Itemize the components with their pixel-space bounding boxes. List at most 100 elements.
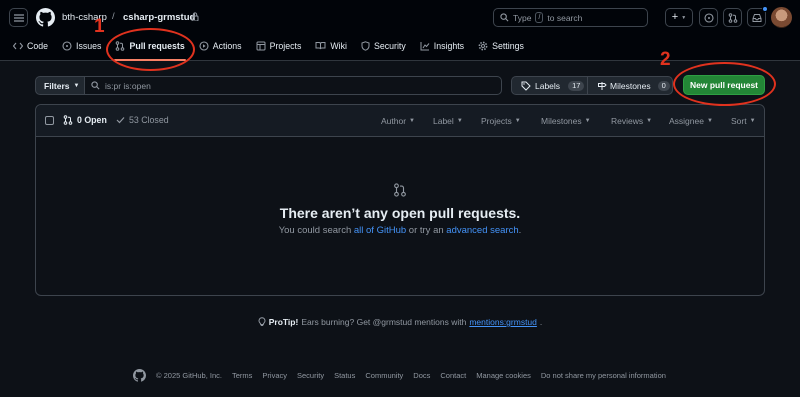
protip-text: Ears burning? Get @grmstud mentions with bbox=[301, 317, 467, 327]
footer-link-security[interactable]: Security bbox=[297, 371, 324, 380]
hamburger-icon bbox=[13, 13, 24, 22]
assignee-filter[interactable]: Assignee ▼ bbox=[669, 116, 713, 126]
mentions-link[interactable]: mentions:grmstud bbox=[469, 317, 537, 327]
chevron-down-icon: ▼ bbox=[456, 118, 463, 124]
pr-search-input[interactable]: is:pr is:open bbox=[84, 76, 502, 95]
empty-state-text: You could search all of GitHub or try an… bbox=[279, 225, 522, 236]
sort-filter[interactable]: Sort ▼ bbox=[731, 116, 756, 126]
check-icon bbox=[116, 117, 125, 124]
label-filter[interactable]: Label ▼ bbox=[433, 116, 463, 126]
tab-projects-label: Projects bbox=[269, 40, 302, 51]
tab-actions[interactable]: Actions bbox=[192, 37, 249, 54]
milestones-filter-label: Milestones bbox=[541, 116, 582, 126]
closed-filter[interactable]: 53 Closed bbox=[116, 115, 169, 125]
projects-filter-label: Projects bbox=[481, 116, 512, 126]
protip: ProTip! Ears burning? Get @grmstud menti… bbox=[0, 317, 800, 327]
issues-button[interactable] bbox=[699, 8, 718, 27]
lock-icon bbox=[191, 12, 199, 21]
pr-search-value: is:pr is:open bbox=[105, 80, 151, 91]
menu-button[interactable] bbox=[9, 8, 28, 27]
sort-filter-label: Sort bbox=[731, 116, 747, 126]
search-icon bbox=[500, 13, 509, 22]
footer-link-contact[interactable]: Contact bbox=[440, 371, 466, 380]
tab-code-label: Code bbox=[27, 40, 49, 51]
chevron-down-icon: ▼ bbox=[706, 118, 713, 124]
notification-dot bbox=[762, 6, 768, 12]
inbox-icon bbox=[752, 13, 761, 22]
issue-opened-icon bbox=[62, 40, 72, 51]
tab-issues[interactable]: Issues bbox=[55, 37, 108, 54]
empty-state: There aren’t any open pull requests. You… bbox=[36, 183, 764, 236]
issue-opened-icon bbox=[703, 12, 714, 23]
footer-link-do-not-share[interactable]: Do not share my personal information bbox=[541, 371, 666, 380]
reviews-filter-label: Reviews bbox=[611, 116, 644, 126]
annotation-number-1: 1 bbox=[94, 16, 105, 37]
tab-code[interactable]: Code bbox=[6, 37, 55, 54]
empty-text-post: . bbox=[518, 225, 522, 236]
labels-button[interactable]: Labels 17 bbox=[511, 76, 588, 95]
annotation-ring-new-pr bbox=[673, 62, 776, 106]
footer-link-privacy[interactable]: Privacy bbox=[262, 371, 287, 380]
milestone-icon bbox=[598, 81, 607, 90]
empty-state-title: There aren’t any open pull requests. bbox=[279, 205, 521, 221]
select-all-checkbox[interactable] bbox=[45, 116, 54, 125]
repo-nav: Code Issues Pull requests Actions Projec… bbox=[6, 37, 531, 61]
tab-issues-label: Issues bbox=[76, 40, 102, 51]
create-new-button[interactable]: + ▼ bbox=[665, 8, 693, 27]
annotation-number-2: 2 bbox=[660, 49, 671, 70]
footer-link-community[interactable]: Community bbox=[365, 371, 403, 380]
open-filter[interactable]: 0 Open bbox=[63, 115, 107, 125]
tab-security-label: Security bbox=[373, 40, 406, 51]
tab-settings-label: Settings bbox=[492, 40, 524, 51]
author-filter[interactable]: Author ▼ bbox=[381, 116, 415, 126]
table-icon bbox=[256, 41, 266, 50]
tab-security[interactable]: Security bbox=[354, 37, 413, 54]
gear-icon bbox=[478, 41, 488, 50]
light-bulb-icon bbox=[258, 317, 266, 326]
search-input[interactable]: Type / to search bbox=[493, 8, 648, 27]
advanced-search-link[interactable]: advanced search bbox=[446, 225, 518, 236]
open-count: 0 Open bbox=[77, 115, 107, 125]
search-icon bbox=[91, 81, 100, 90]
reviews-filter[interactable]: Reviews ▼ bbox=[611, 116, 652, 126]
footer-link-status[interactable]: Status bbox=[334, 371, 355, 380]
pull-requests-button[interactable] bbox=[723, 8, 742, 27]
footer-link-manage-cookies[interactable]: Manage cookies bbox=[476, 371, 531, 380]
avatar[interactable] bbox=[771, 7, 792, 28]
filters-dropdown[interactable]: Filters ▼ bbox=[35, 76, 85, 95]
protip-label: ProTip! bbox=[268, 317, 299, 327]
labels-label: Labels bbox=[535, 80, 561, 91]
tab-projects[interactable]: Projects bbox=[249, 37, 309, 54]
milestones-button[interactable]: Milestones 0 bbox=[587, 76, 673, 95]
protip-end: . bbox=[539, 317, 543, 327]
projects-filter[interactable]: Projects ▼ bbox=[481, 116, 521, 126]
github-mark-icon[interactable] bbox=[133, 369, 146, 382]
chevron-down-icon: ▼ bbox=[409, 118, 415, 124]
pull-request-icon bbox=[394, 183, 406, 197]
list-header: 0 Open 53 Closed Author ▼ Label ▼ Projects… bbox=[36, 105, 764, 137]
graph-icon bbox=[420, 41, 430, 50]
tab-settings[interactable]: Settings bbox=[471, 37, 531, 54]
github-mark-icon bbox=[36, 8, 55, 27]
footer-link-docs[interactable]: Docs bbox=[413, 371, 430, 380]
tab-wiki-label: Wiki bbox=[330, 40, 347, 51]
labels-count: 17 bbox=[568, 80, 585, 91]
shield-icon bbox=[361, 40, 370, 51]
play-icon bbox=[199, 40, 209, 51]
breadcrumb-repo[interactable]: csharp-grmstud bbox=[123, 12, 195, 23]
pull-request-icon bbox=[728, 12, 737, 23]
plus-icon: + bbox=[671, 11, 679, 23]
breadcrumb-separator: / bbox=[112, 11, 115, 22]
code-icon bbox=[13, 42, 23, 49]
github-logo[interactable] bbox=[36, 8, 55, 27]
tab-insights[interactable]: Insights bbox=[413, 37, 471, 54]
tag-icon bbox=[521, 81, 531, 91]
pull-request-list: 0 Open 53 Closed Author ▼ Label ▼ Projects… bbox=[35, 104, 765, 296]
milestones-count: 0 bbox=[657, 80, 670, 91]
all-of-github-link[interactable]: all of GitHub bbox=[354, 225, 406, 236]
label-filter-label: Label bbox=[433, 116, 454, 126]
milestones-filter[interactable]: Milestones ▼ bbox=[541, 116, 591, 126]
footer-link-terms[interactable]: Terms bbox=[232, 371, 252, 380]
tab-wiki[interactable]: Wiki bbox=[308, 37, 354, 54]
search-placeholder-post: to search bbox=[547, 12, 583, 23]
